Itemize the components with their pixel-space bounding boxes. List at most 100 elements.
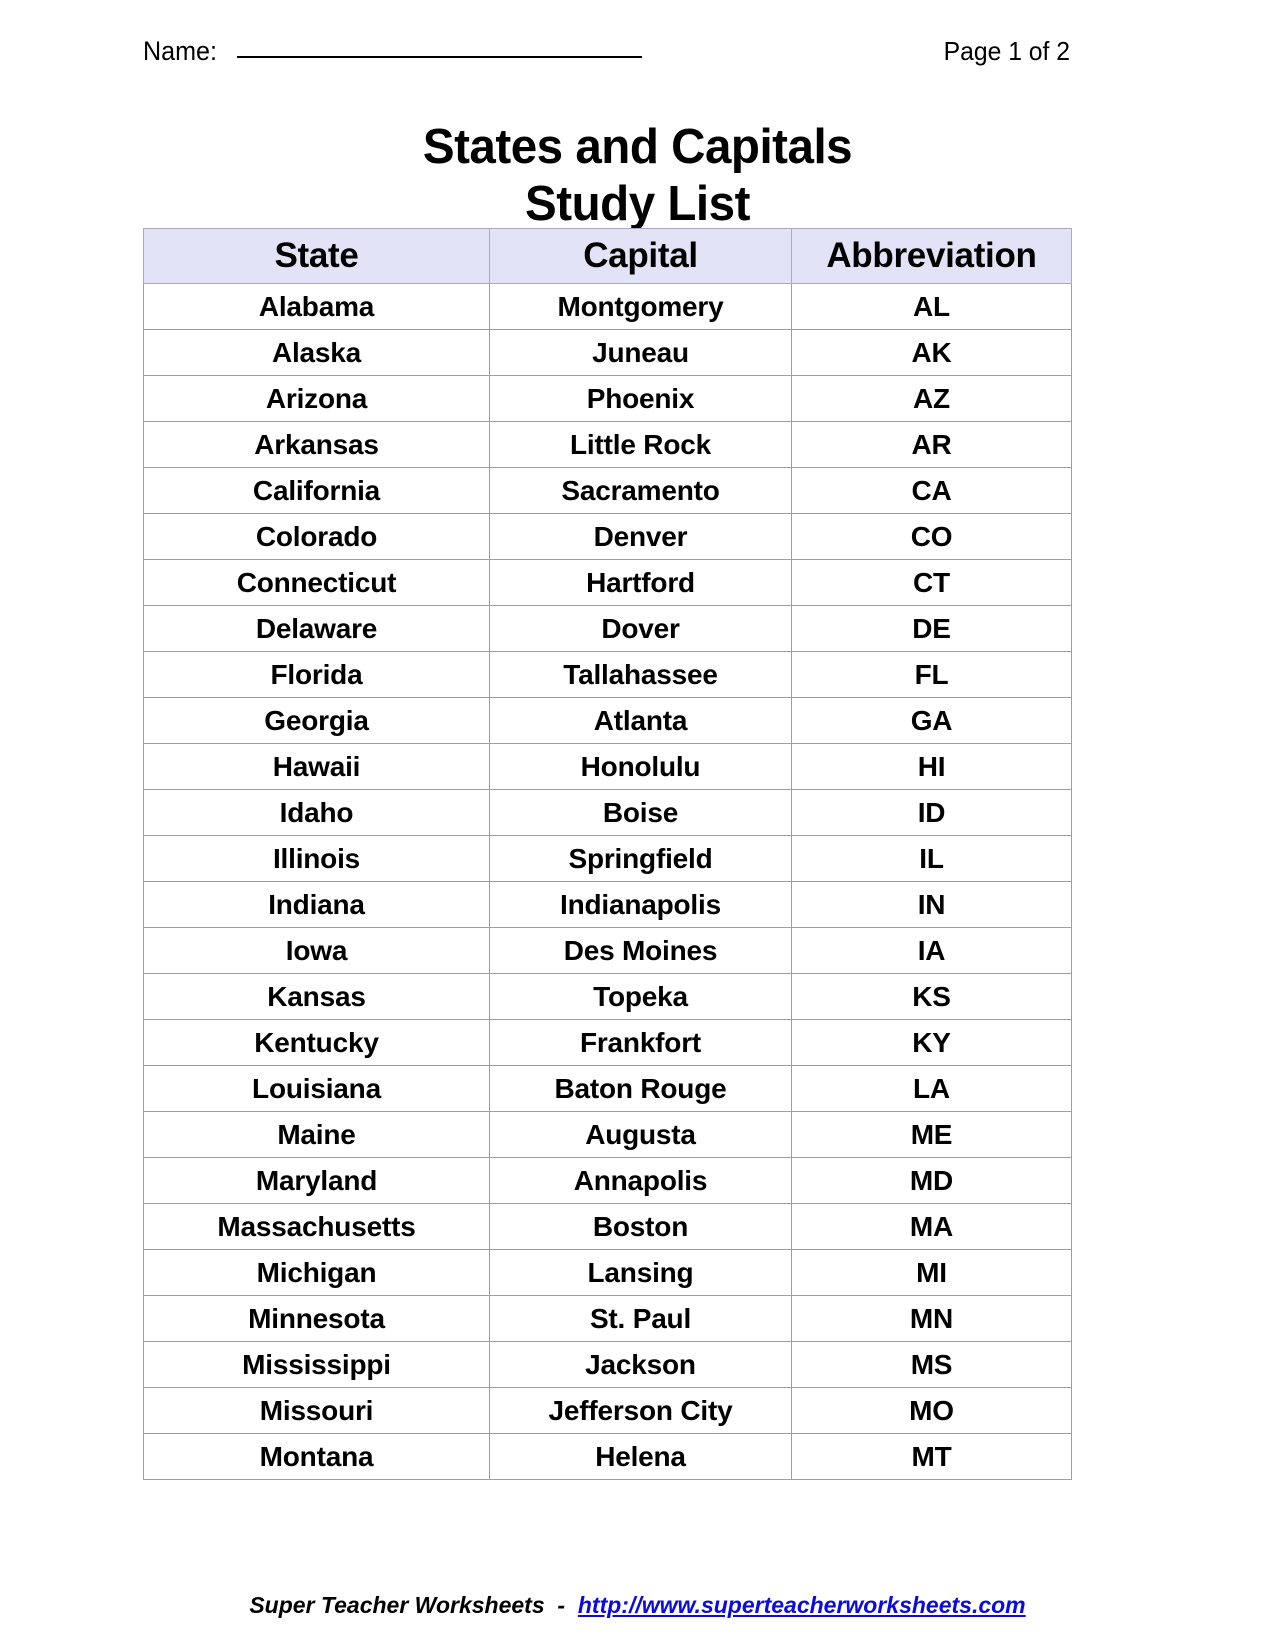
- capital-cell: Indianapolis: [489, 881, 792, 928]
- capital-cell: Honolulu: [489, 743, 792, 790]
- states-capitals-table: State Capital Abbreviation Alabama Montgo…: [143, 228, 1072, 1480]
- table-head: State Capital Abbreviation: [143, 228, 1072, 284]
- capital-cell: Phoenix: [489, 375, 792, 422]
- table-row: Illinois Springfield IL: [143, 835, 1072, 882]
- table-row: Maine Augusta ME: [143, 1111, 1072, 1158]
- state-cell: Georgia: [143, 697, 490, 744]
- table-row: Colorado Denver CO: [143, 513, 1072, 560]
- abbreviation-cell: HI: [791, 743, 1072, 790]
- table-row: Louisiana Baton Rouge LA: [143, 1065, 1072, 1112]
- state-cell: Arizona: [143, 375, 490, 422]
- capital-cell: Little Rock: [489, 421, 792, 468]
- state-cell: Massachusetts: [143, 1203, 490, 1250]
- capital-cell: Sacramento: [489, 467, 792, 514]
- state-cell: Montana: [143, 1433, 490, 1480]
- abbreviation-cell: LA: [791, 1065, 1072, 1112]
- abbreviation-cell: IA: [791, 927, 1072, 974]
- name-write-in-line[interactable]: [236, 55, 642, 58]
- abbreviation-cell: CO: [791, 513, 1072, 560]
- state-cell: Alaska: [143, 329, 490, 376]
- state-cell: Hawaii: [143, 743, 490, 790]
- footer-brand: Super Teacher Worksheets: [249, 1592, 545, 1618]
- table-row: Alaska Juneau AK: [143, 329, 1072, 376]
- capital-cell: Boston: [489, 1203, 792, 1250]
- capital-cell: Hartford: [489, 559, 792, 606]
- table-row: California Sacramento CA: [143, 467, 1072, 514]
- state-cell: Maryland: [143, 1157, 490, 1204]
- table-row: Indiana Indianapolis IN: [143, 881, 1072, 928]
- capital-cell: Topeka: [489, 973, 792, 1020]
- abbreviation-cell: AL: [791, 283, 1072, 330]
- abbreviation-cell: AR: [791, 421, 1072, 468]
- state-cell: Missouri: [143, 1387, 490, 1434]
- table-row: Hawaii Honolulu HI: [143, 743, 1072, 790]
- table-row: Iowa Des Moines IA: [143, 927, 1072, 974]
- page-title: States and Capitals Study List: [19, 119, 1256, 233]
- capital-cell: Tallahassee: [489, 651, 792, 698]
- capital-cell: St. Paul: [489, 1295, 792, 1342]
- table-row: Arkansas Little Rock AR: [143, 421, 1072, 468]
- abbreviation-cell: MO: [791, 1387, 1072, 1434]
- state-cell: Arkansas: [143, 421, 490, 468]
- table-row: Alabama Montgomery AL: [143, 283, 1072, 330]
- state-cell: California: [143, 467, 490, 514]
- table-row: Arizona Phoenix AZ: [143, 375, 1072, 422]
- state-cell: Kentucky: [143, 1019, 490, 1066]
- footer-separator: -: [557, 1592, 566, 1618]
- state-cell: Illinois: [143, 835, 490, 882]
- table-body: Alabama Montgomery AL Alaska Juneau AK Arizona…: [143, 283, 1072, 1480]
- footer: Super Teacher Worksheets - http://www.su…: [0, 1592, 1275, 1619]
- capital-cell: Des Moines: [489, 927, 792, 974]
- table-row: Idaho Boise ID: [143, 789, 1072, 836]
- states-capitals-table-wrapper: State Capital Abbreviation Alabama Montgo…: [143, 228, 1072, 1480]
- table-row: Massachusetts Boston MA: [143, 1203, 1072, 1250]
- state-cell: Louisiana: [143, 1065, 490, 1112]
- table-row: Delaware Dover DE: [143, 605, 1072, 652]
- capital-cell: Denver: [489, 513, 792, 560]
- abbreviation-cell: MT: [791, 1433, 1072, 1480]
- table-row: Montana Helena MT: [143, 1433, 1072, 1480]
- state-cell: Delaware: [143, 605, 490, 652]
- capital-cell: Jackson: [489, 1341, 792, 1388]
- capital-cell: Jefferson City: [489, 1387, 792, 1434]
- abbreviation-cell: MD: [791, 1157, 1072, 1204]
- capital-cell: Dover: [489, 605, 792, 652]
- state-cell: Connecticut: [143, 559, 490, 606]
- name-field-group: Name:: [143, 36, 642, 67]
- capital-cell: Atlanta: [489, 697, 792, 744]
- abbreviation-cell: KY: [791, 1019, 1072, 1066]
- state-cell: Idaho: [143, 789, 490, 836]
- abbreviation-cell: MS: [791, 1341, 1072, 1388]
- column-header-abbreviation: Abbreviation: [791, 228, 1072, 284]
- abbreviation-cell: IL: [791, 835, 1072, 882]
- page-title-line-2: Study List: [525, 176, 750, 231]
- worksheet-page: Name: Page 1 of 2 States and Capitals St…: [0, 0, 1275, 1650]
- table-row: Michigan Lansing MI: [143, 1249, 1072, 1296]
- abbreviation-cell: KS: [791, 973, 1072, 1020]
- capital-cell: Lansing: [489, 1249, 792, 1296]
- abbreviation-cell: GA: [791, 697, 1072, 744]
- state-cell: Iowa: [143, 927, 490, 974]
- page-title-line-1: States and Capitals: [422, 119, 853, 174]
- state-cell: Colorado: [143, 513, 490, 560]
- footer-url-link[interactable]: http://www.superteacherworksheets.com: [578, 1592, 1026, 1618]
- state-cell: Minnesota: [143, 1295, 490, 1342]
- state-cell: Maine: [143, 1111, 490, 1158]
- abbreviation-cell: ID: [791, 789, 1072, 836]
- capital-cell: Frankfort: [489, 1019, 792, 1066]
- table-row: Maryland Annapolis MD: [143, 1157, 1072, 1204]
- table-header-row: State Capital Abbreviation: [143, 228, 1072, 284]
- capital-cell: Springfield: [489, 835, 792, 882]
- page-header: Name: Page 1 of 2: [143, 36, 1070, 76]
- abbreviation-cell: MA: [791, 1203, 1072, 1250]
- page-number-label: Page 1 of 2: [943, 36, 1070, 66]
- table-row: Kansas Topeka KS: [143, 973, 1072, 1020]
- abbreviation-cell: IN: [791, 881, 1072, 928]
- state-cell: Florida: [143, 651, 490, 698]
- table-row: Kentucky Frankfort KY: [143, 1019, 1072, 1066]
- abbreviation-cell: DE: [791, 605, 1072, 652]
- capital-cell: Boise: [489, 789, 792, 836]
- state-cell: Indiana: [143, 881, 490, 928]
- table-row: Minnesota St. Paul MN: [143, 1295, 1072, 1342]
- abbreviation-cell: AK: [791, 329, 1072, 376]
